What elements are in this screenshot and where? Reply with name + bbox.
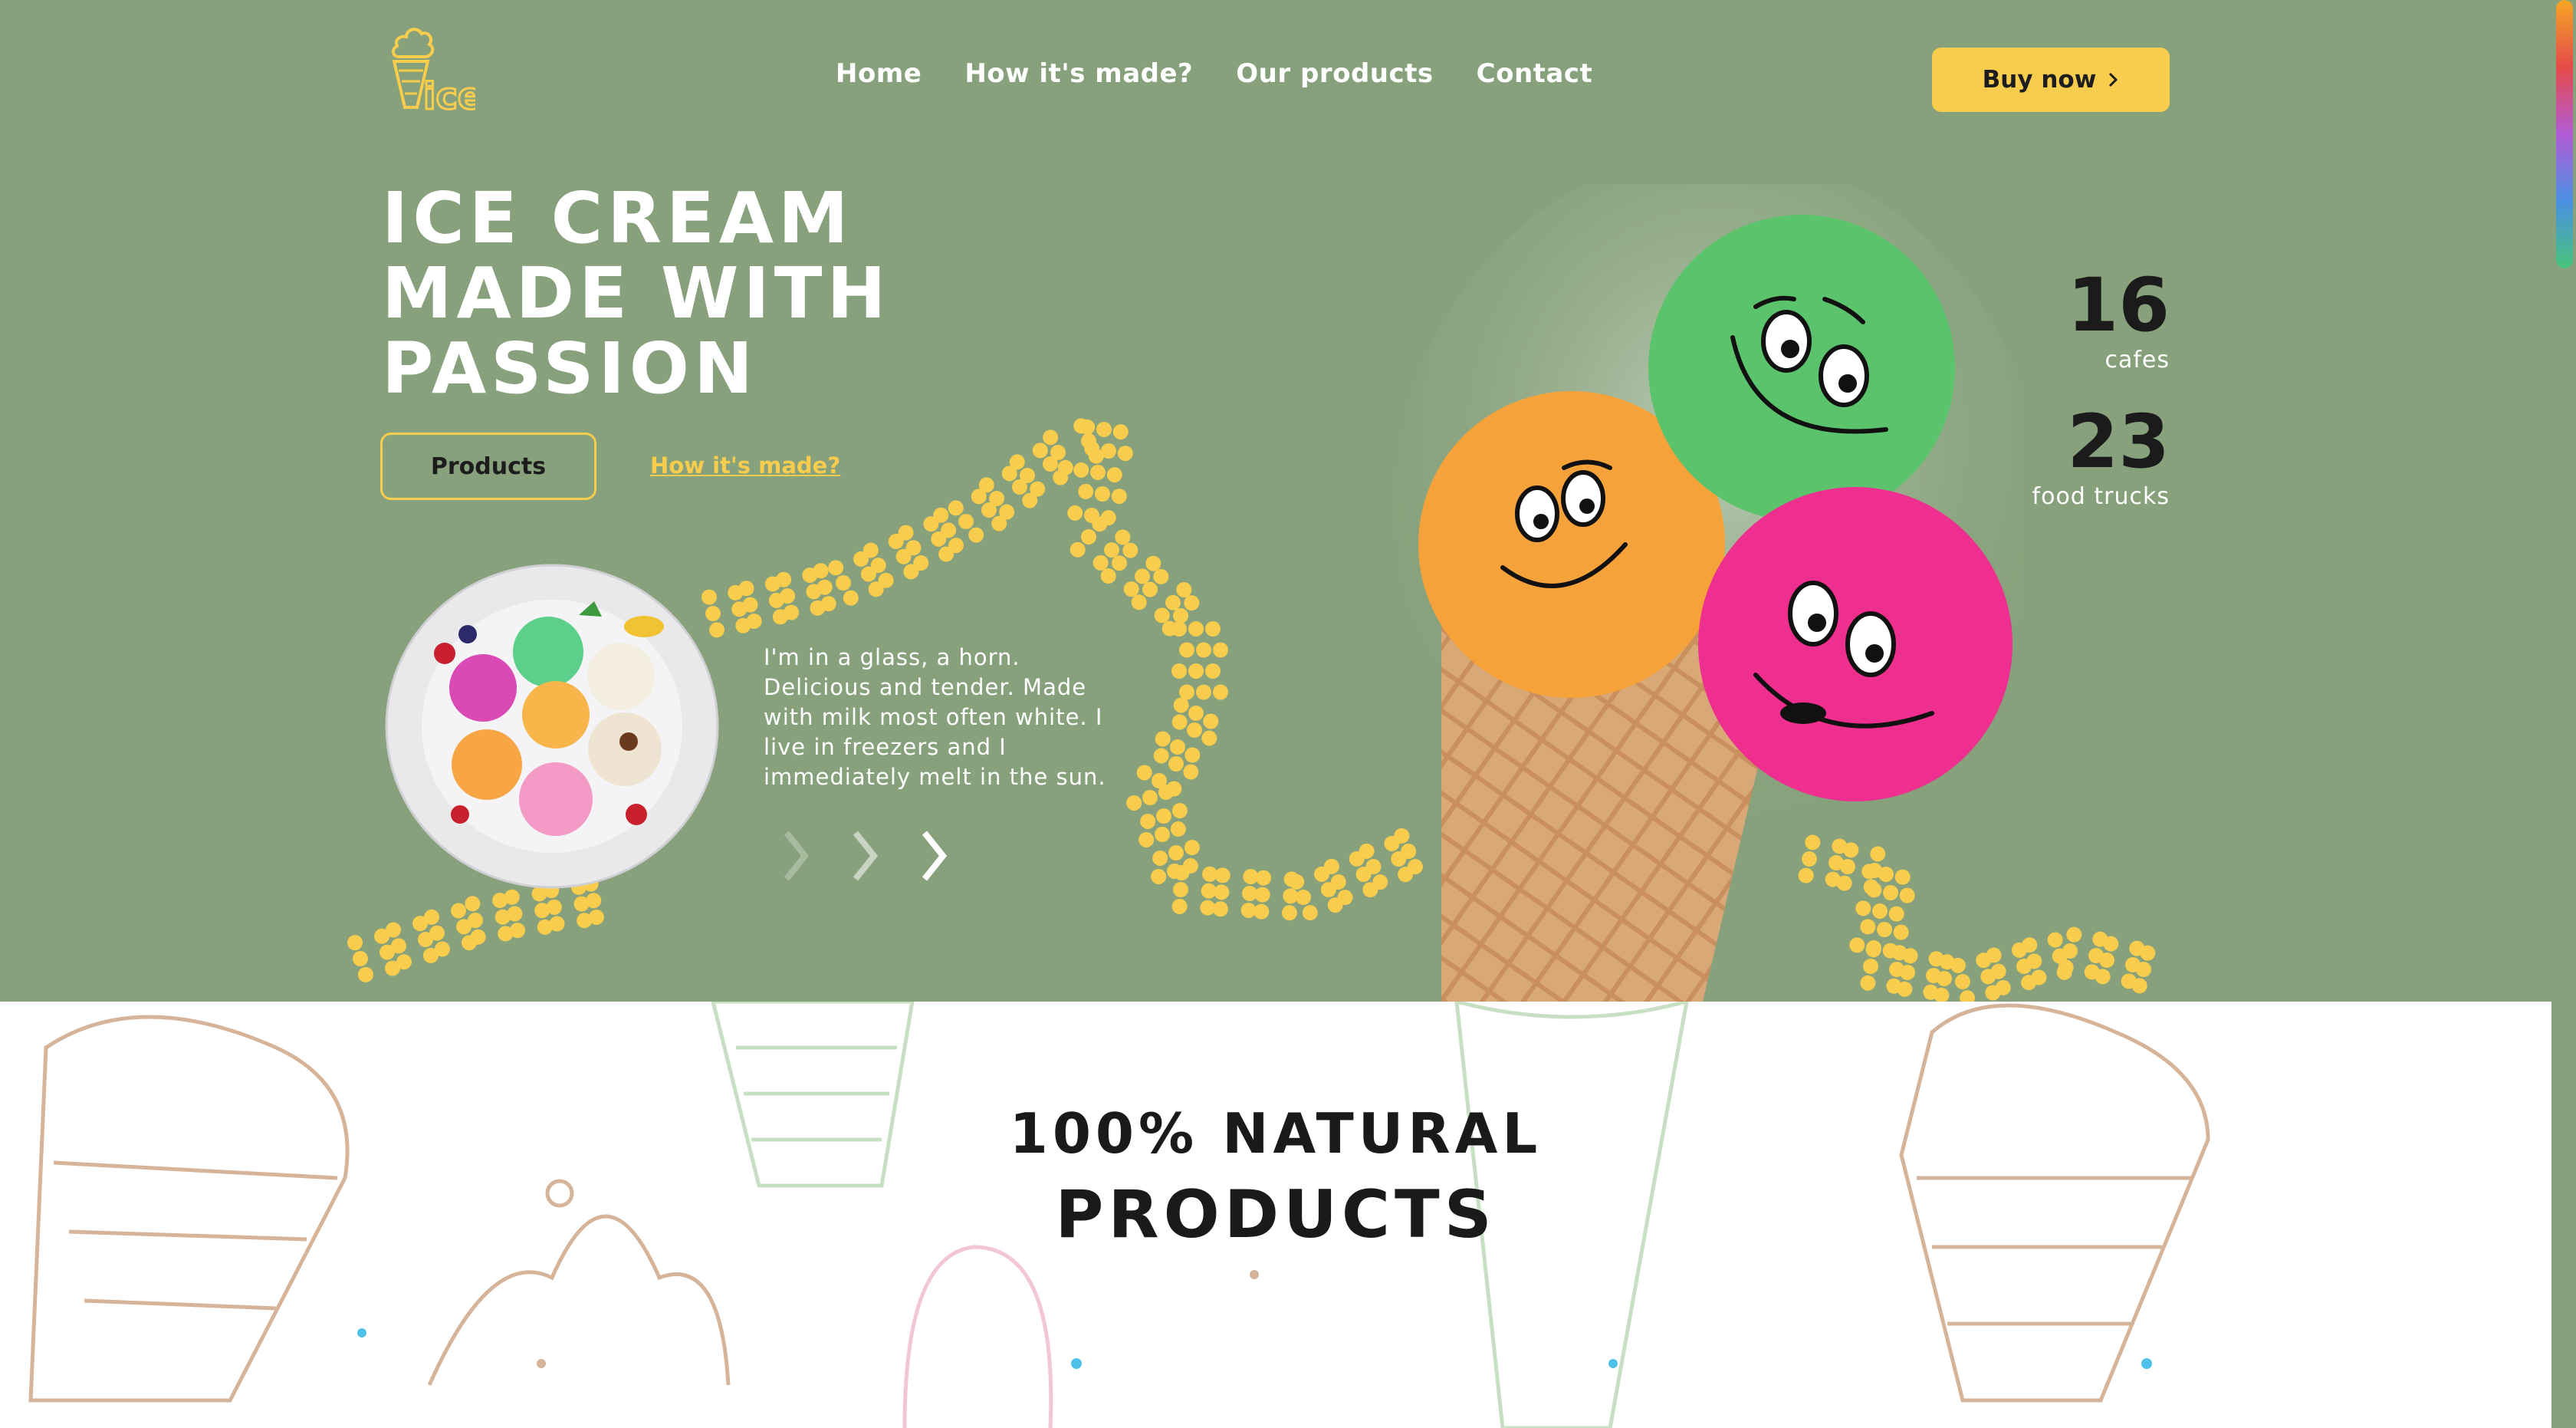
stat-food-trucks-value: 23	[2067, 399, 2170, 485]
carousel-arrows	[784, 831, 948, 881]
products-button[interactable]: Products	[380, 433, 596, 500]
stat-cafes-label: cafes	[2104, 347, 2170, 373]
page: ice Home How it's made? Our products Con…	[0, 0, 2551, 1428]
hero-title-line-2: MADE WITH	[382, 252, 891, 334]
scrollbar-thumb[interactable]	[2556, 0, 2573, 268]
chevron-right-icon[interactable]	[784, 831, 810, 881]
stat-food-trucks: 23 food trucks	[2032, 405, 2170, 510]
stat-cafes-value: 16	[2067, 262, 2170, 348]
chevron-right-icon[interactable]	[853, 831, 879, 881]
section-title-line-1: 100% NATURAL	[1009, 1101, 1543, 1166]
how-its-made-link[interactable]: How it's made?	[650, 452, 840, 479]
hero-title-line-3: PASSION	[382, 327, 758, 410]
ice-cream-plate-image	[385, 564, 719, 889]
stat-cafes: 16 cafes	[2067, 268, 2170, 373]
section-title-line-2: PRODUCTS	[1055, 1176, 1497, 1253]
scrollbar[interactable]	[2551, 0, 2576, 1428]
natural-products-section: 100% NATURAL PRODUCTS	[0, 1002, 2551, 1428]
hero-blurb: I'm in a glass, a horn. Delicious and te…	[764, 644, 1106, 790]
hero-title: ICE CREAM MADE WITH PASSION	[382, 181, 1072, 406]
stat-food-trucks-label: food trucks	[2032, 483, 2170, 510]
hero-section: ice Home How it's made? Our products Con…	[0, 0, 2551, 1002]
chevron-right-icon[interactable]	[922, 831, 948, 881]
ice-cream-cone-image	[1395, 184, 2024, 1002]
hero-title-line-1: ICE CREAM	[382, 177, 853, 259]
